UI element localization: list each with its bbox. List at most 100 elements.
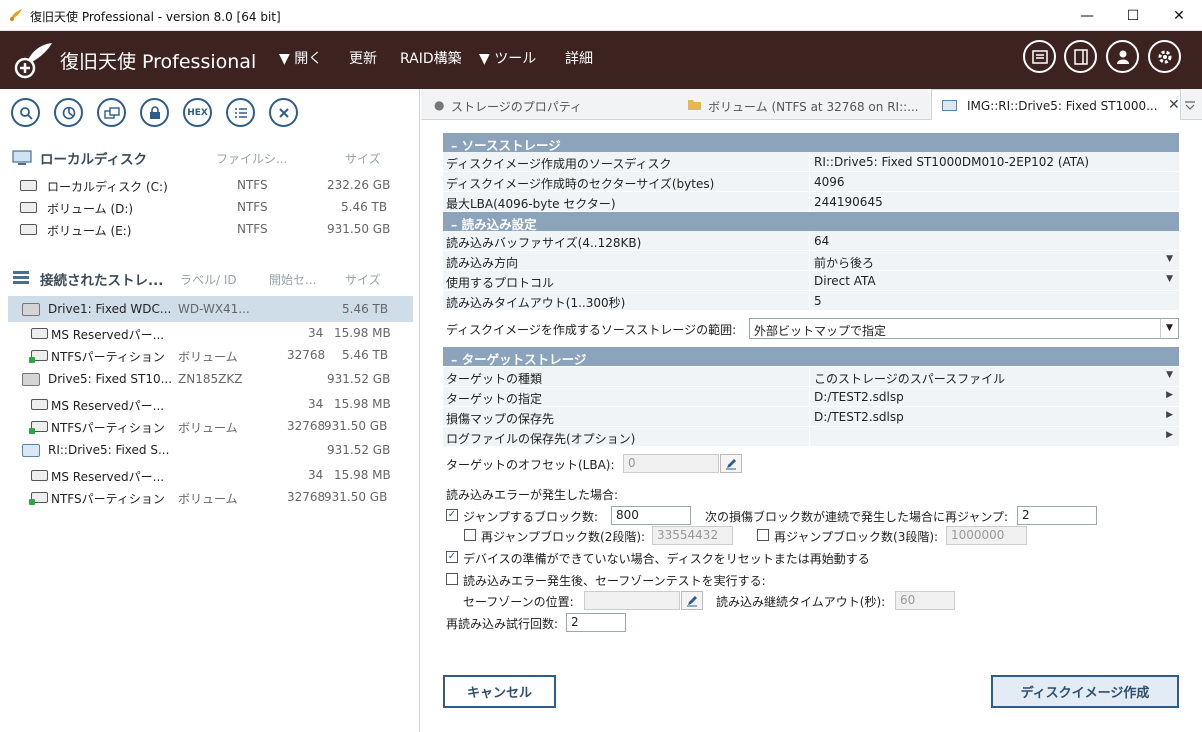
reset-device-checkbox[interactable]: ✓: [446, 551, 458, 563]
menu-tools[interactable]: ▼ ツール: [479, 48, 536, 68]
tab-volume[interactable]: ボリューム (NTFS at 32768 on RI::...: [676, 89, 931, 120]
offset-input[interactable]: 0: [623, 454, 719, 473]
search-icon[interactable]: [11, 98, 40, 127]
range-select[interactable]: 外部ビットマップで指定 ▼: [749, 318, 1179, 339]
col-label[interactable]: ラベル/ ID: [180, 271, 237, 288]
chevron-down-icon: ▼: [1160, 319, 1178, 338]
minimize-button[interactable]: —: [1064, 0, 1110, 31]
timeout-row[interactable]: 読み込みタイムアウト(1..300秒) 5: [443, 291, 1179, 311]
create-disk-image-button[interactable]: ディスクイメージ作成: [991, 675, 1179, 708]
image-drive-icon: [22, 444, 40, 457]
list-item[interactable]: ボリューム (D:) NTFS 5.46 TB: [8, 196, 413, 218]
continue-timeout-input[interactable]: 60: [895, 591, 955, 610]
app-logo-text: 復旧天使 Professional: [60, 51, 257, 73]
pencil-icon: [687, 595, 697, 606]
pencil-icon: [726, 458, 736, 469]
rejump-count-input[interactable]: 2: [1017, 506, 1097, 525]
close-icon[interactable]: [269, 98, 298, 127]
safezone-position-input[interactable]: [584, 591, 680, 610]
table-row[interactable]: MS Reservedパー... 34 15.98 MB: [8, 393, 413, 415]
safezone-position-label: セーフゾーンの位置:: [463, 595, 574, 609]
settings-icon[interactable]: [1148, 40, 1181, 73]
table-row[interactable]: Drive1: Fixed WDC... WD-WX41... 5.46 TB: [8, 296, 413, 322]
list-icon[interactable]: [226, 98, 255, 127]
table-row[interactable]: NTFSパーティション ボリューム 32768 931.50 GB: [8, 415, 413, 437]
list-item[interactable]: ボリューム (E:) NTFS 931.50 GB: [8, 218, 413, 240]
table-row[interactable]: NTFSパーティション ボリューム 32768 931.50 GB: [8, 486, 413, 508]
rejump3-checkbox[interactable]: [757, 529, 769, 541]
menu-raid[interactable]: RAID構築: [400, 48, 462, 68]
logo-icon: [14, 43, 52, 79]
protocol-row[interactable]: 使用するプロトコル Direct ATA ▼: [443, 271, 1179, 291]
col-filesystem[interactable]: ファイルシ...: [216, 150, 287, 167]
tab-image-creation[interactable]: IMG::RI::Drive5: Fixed ST1000... ✕: [931, 89, 1181, 120]
storage-panel: HEX ローカルディスク ファイルシ... サイズ ローカルディスク (C:) …: [0, 89, 420, 732]
rejump3-label: 再ジャンプブロック数(3段階):: [774, 530, 939, 544]
jump-label: ジャンプするブロック数:: [463, 510, 599, 524]
user-icon[interactable]: [1106, 40, 1139, 73]
lock-icon[interactable]: [140, 98, 169, 127]
read-section-header[interactable]: – 読み込み設定: [443, 212, 1179, 232]
table-row[interactable]: MS Reservedパー... 34 15.98 MB: [8, 322, 413, 344]
col-size[interactable]: サイズ: [345, 271, 381, 288]
safezone-label: 読み込みエラー発生後、セーフゾーンテストを実行する:: [463, 574, 766, 588]
property-row: ディスクイメージ作成時のセクターサイズ(bytes) 4096: [443, 172, 1179, 192]
rejump2-checkbox[interactable]: [464, 529, 476, 541]
chart-icon[interactable]: [54, 98, 83, 127]
close-window-button[interactable]: ✕: [1156, 0, 1202, 31]
partition-icon: [31, 399, 48, 410]
tab-menu-icon[interactable]: [1184, 99, 1196, 111]
safezone-checkbox[interactable]: [446, 573, 458, 585]
table-row[interactable]: MS Reservedパー... 34 15.98 MB: [8, 464, 413, 486]
table-row[interactable]: Drive5: Fixed ST10... ZN185ZKZ 931.52 GB: [8, 368, 413, 390]
table-row[interactable]: RI::Drive5: Fixed S... 931.52 GB: [8, 439, 413, 461]
retry-count-input[interactable]: 2: [566, 613, 626, 632]
drive-icon: [22, 373, 40, 386]
read-direction-row[interactable]: 読み込み方向 前から後ろ ▼: [443, 251, 1179, 271]
folder-icon: [688, 100, 701, 110]
hex-icon[interactable]: HEX: [183, 98, 212, 127]
edit-safezone-button[interactable]: [681, 591, 703, 610]
panel-icon[interactable]: [1064, 40, 1097, 73]
chevron-right-icon: ▶: [1166, 410, 1173, 420]
source-section-header[interactable]: – ソースストレージ: [443, 133, 1179, 153]
tab-close-icon[interactable]: ✕: [1168, 97, 1180, 113]
target-type-row[interactable]: ターゲットの種類 このストレージのスパースファイル ▼: [443, 367, 1179, 387]
image-drive-icon: [942, 100, 957, 111]
app-header: 復旧天使 Professional ▼ 開く 更新 RAID構築 ▼ ツール 詳…: [0, 31, 1202, 89]
jump-checkbox[interactable]: ✓: [446, 509, 458, 521]
target-path-row[interactable]: ターゲットの指定 D:/TEST2.sdlsp ▶: [443, 387, 1179, 407]
log-file-row[interactable]: ログファイルの保存先(オプション) ▶: [443, 427, 1179, 447]
table-row[interactable]: NTFSパーティション ボリューム 32768 5.46 TB: [8, 344, 413, 366]
maximize-button[interactable]: ☐: [1110, 0, 1156, 31]
menu-refresh[interactable]: 更新: [349, 48, 377, 68]
col-start-sector[interactable]: 開始セ...: [269, 271, 316, 288]
menu-open[interactable]: ▼ 開く: [279, 48, 322, 68]
list-item[interactable]: ローカルディスク (C:) NTFS 232.26 GB: [8, 174, 413, 196]
edit-offset-button[interactable]: [720, 454, 742, 473]
col-size[interactable]: サイズ: [345, 150, 381, 167]
storage-stack-icon: [13, 271, 29, 284]
rejump2-input[interactable]: 33554432: [652, 526, 733, 545]
property-row: 最大LBA(4096-byte セクター) 244190645: [443, 192, 1179, 212]
chevron-down-icon: ▼: [1166, 274, 1173, 284]
chevron-down-icon: ▼: [1166, 370, 1173, 380]
partition-icon: [31, 328, 48, 339]
disk-icon: [20, 202, 37, 213]
connected-section-title: 接続されたストレ...: [40, 273, 164, 289]
jump-blocks-input[interactable]: 800: [611, 506, 691, 525]
menu-details[interactable]: 詳細: [565, 48, 593, 68]
copy-icon[interactable]: [97, 98, 126, 127]
drive-icon: [22, 303, 40, 316]
list-view-icon[interactable]: [1023, 40, 1056, 73]
range-label: ディスクイメージを作成するソースストレージの範囲:: [446, 323, 737, 337]
disk-icon: [20, 224, 37, 235]
buffer-size-row[interactable]: 読み込みバッファサイズ(4..128KB) 64: [443, 231, 1179, 251]
cancel-button[interactable]: キャンセル: [443, 675, 556, 708]
errors-title: 読み込みエラーが発生した場合:: [446, 488, 619, 502]
target-section-header[interactable]: – ターゲットストレージ: [443, 347, 1179, 367]
damage-map-row[interactable]: 損傷マップの保存先 D:/TEST2.sdlsp ▶: [443, 407, 1179, 427]
tab-storage-properties[interactable]: ● ストレージのプロパティ: [421, 89, 676, 120]
title-bar: 復旧天使 Professional - version 8.0 [64 bit]…: [0, 0, 1202, 31]
rejump3-input[interactable]: 1000000: [946, 526, 1027, 545]
